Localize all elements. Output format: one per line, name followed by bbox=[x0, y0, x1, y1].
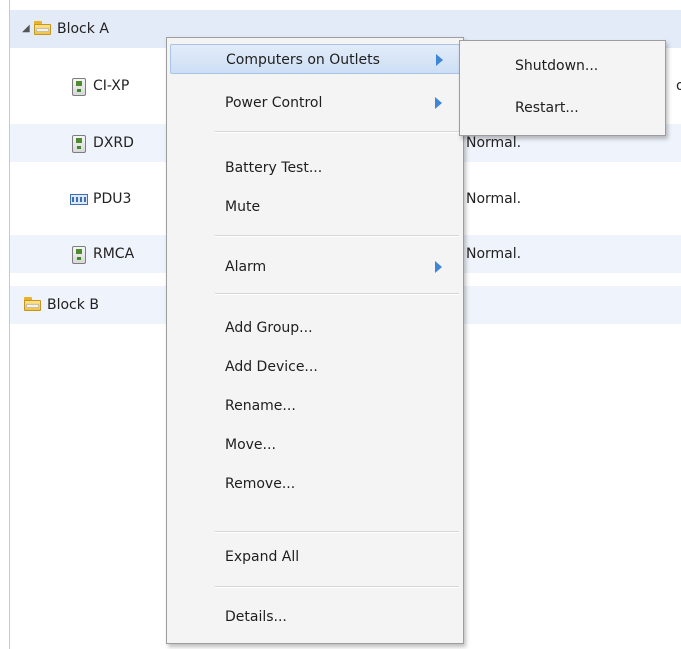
pdu-device-icon bbox=[70, 194, 88, 205]
menu-item-label: Alarm bbox=[225, 259, 267, 275]
tree-row-status: Normal. bbox=[466, 191, 522, 207]
menu-item-details[interactable]: Details... bbox=[170, 602, 460, 632]
ups-device-icon bbox=[72, 246, 86, 264]
folder-icon bbox=[34, 21, 51, 35]
submenu-arrow-icon bbox=[435, 97, 442, 109]
menu-item-add-group[interactable]: Add Group... bbox=[170, 313, 460, 343]
folder-icon bbox=[24, 297, 41, 311]
tree-row-status: Normal. bbox=[466, 135, 522, 151]
submenu-arrow-icon bbox=[435, 261, 442, 273]
ups-device-icon bbox=[72, 78, 86, 96]
menu-item-label: Restart... bbox=[515, 100, 579, 116]
menu-separator bbox=[215, 531, 459, 533]
context-menu: Computers on Outlets Power Control Batte… bbox=[166, 37, 464, 644]
menu-item-label: Rename... bbox=[225, 398, 296, 414]
menu-item-label: Shutdown... bbox=[515, 58, 599, 74]
tree-row-label: DXRD bbox=[93, 135, 134, 151]
menu-item-label: Battery Test... bbox=[225, 160, 323, 176]
menu-item-label: Computers on Outlets bbox=[226, 52, 380, 68]
tree-row-label: RMCA bbox=[93, 246, 135, 262]
menu-item-power-control[interactable]: Power Control bbox=[170, 88, 460, 118]
submenu-computers-on-outlets: Shutdown... Restart... bbox=[459, 40, 666, 136]
menu-item-move[interactable]: Move... bbox=[170, 430, 460, 460]
collapse-arrow-icon[interactable]: ◢ bbox=[22, 23, 30, 34]
menu-separator bbox=[215, 131, 459, 133]
menu-item-label: Add Device... bbox=[225, 359, 318, 375]
menu-item-rename[interactable]: Rename... bbox=[170, 391, 460, 421]
menu-separator bbox=[215, 586, 459, 588]
menu-item-label: Expand All bbox=[225, 549, 300, 565]
menu-item-alarm[interactable]: Alarm bbox=[170, 252, 460, 282]
menu-item-label: Remove... bbox=[225, 476, 296, 492]
menu-item-label: Details... bbox=[225, 609, 287, 625]
menu-item-remove[interactable]: Remove... bbox=[170, 469, 460, 499]
menu-separator bbox=[215, 235, 459, 237]
tree-row-status: or bbox=[676, 78, 681, 94]
tree-row-label: Block B bbox=[47, 297, 99, 313]
tree-row-label: PDU3 bbox=[93, 191, 132, 207]
menu-item-label: Move... bbox=[225, 437, 276, 453]
ups-device-icon bbox=[72, 135, 86, 153]
menu-item-label: Add Group... bbox=[225, 320, 313, 336]
menu-item-label: Mute bbox=[225, 199, 261, 215]
menu-item-shutdown[interactable]: Shutdown... bbox=[463, 51, 663, 81]
submenu-arrow-icon bbox=[436, 54, 443, 66]
menu-item-restart[interactable]: Restart... bbox=[463, 93, 663, 123]
menu-item-add-device[interactable]: Add Device... bbox=[170, 352, 460, 382]
menu-item-computers-on-outlets[interactable]: Computers on Outlets bbox=[170, 44, 460, 74]
tree-row-status: Normal. bbox=[466, 246, 522, 262]
menu-separator bbox=[215, 293, 459, 295]
menu-item-expand-all[interactable]: Expand All bbox=[170, 542, 460, 572]
menu-item-battery-test[interactable]: Battery Test... bbox=[170, 153, 460, 183]
tree-row-label: Block A bbox=[57, 21, 109, 37]
menu-item-mute[interactable]: Mute bbox=[170, 192, 460, 222]
menu-item-label: Power Control bbox=[225, 95, 323, 111]
tree-row-label: CI-XP bbox=[93, 78, 130, 94]
